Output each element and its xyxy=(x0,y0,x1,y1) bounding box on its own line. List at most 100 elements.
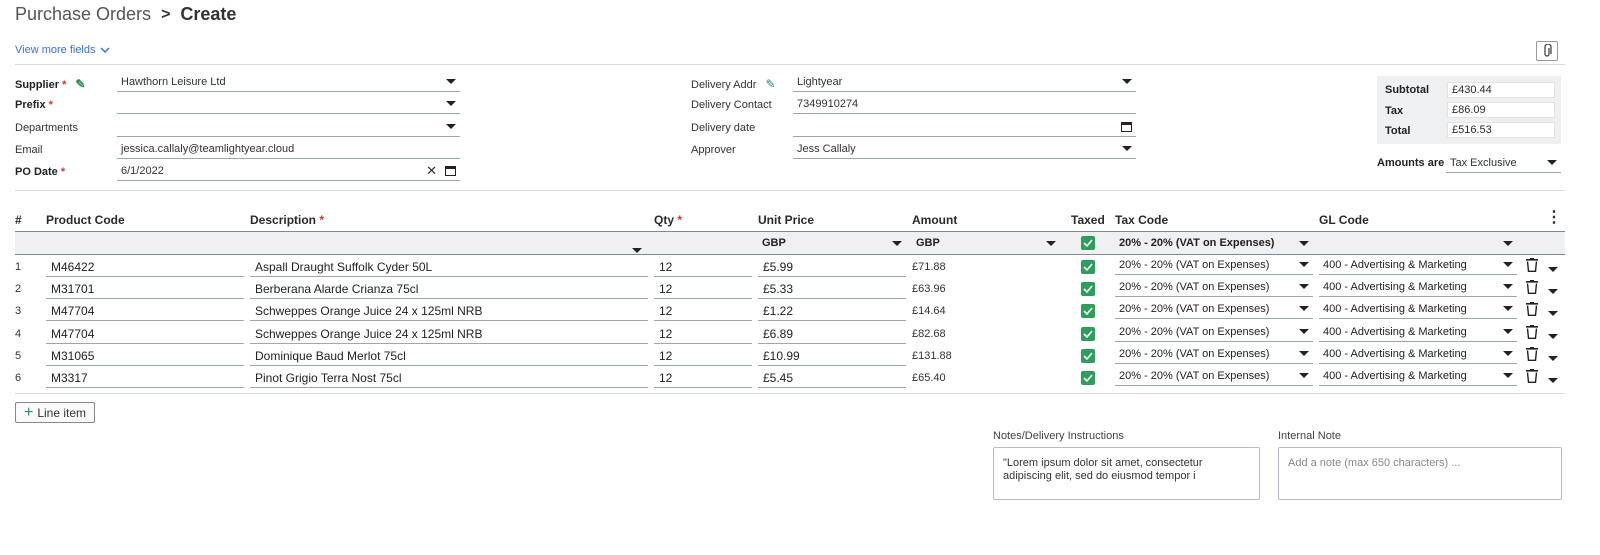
col-header-product-code[interactable]: Product Code xyxy=(46,213,125,227)
trash-icon[interactable] xyxy=(1526,347,1538,364)
tax-code-select[interactable]: 20% - 20% (VAT on Expenses) xyxy=(1115,299,1313,319)
row-expand-caret-icon[interactable] xyxy=(1548,307,1558,319)
trash-icon[interactable] xyxy=(1526,325,1538,342)
unit-price-input[interactable]: £1.22 xyxy=(758,301,906,321)
col-header-unit-price[interactable]: Unit Price xyxy=(758,213,814,227)
tax-code-select[interactable]: 20% - 20% (VAT on Expenses) xyxy=(1115,277,1313,297)
email-label: Email xyxy=(15,144,43,156)
row-expand-caret-icon[interactable] xyxy=(1548,330,1558,342)
taxed-checkbox[interactable] xyxy=(1081,371,1095,385)
delivery-date-field[interactable] xyxy=(793,117,1136,137)
unit-price-input[interactable]: £5.33 xyxy=(758,279,906,299)
product-code-input[interactable]: M47704 xyxy=(46,324,244,344)
calendar-icon[interactable] xyxy=(445,165,456,176)
delivery-addr-select[interactable]: Lightyear xyxy=(793,72,1136,92)
tax-code-default-select[interactable]: 20% - 20% (VAT on Expenses) xyxy=(1115,233,1313,253)
amount-currency-select[interactable]: GBP xyxy=(912,233,1060,253)
caret-down-icon xyxy=(1503,240,1513,246)
product-code-input[interactable]: M46422 xyxy=(46,257,244,277)
gl-code-select[interactable]: 400 - Advertising & Marketing xyxy=(1319,322,1517,342)
taxed-checkbox[interactable] xyxy=(1081,327,1095,341)
add-line-item-button[interactable]: + Line item xyxy=(15,402,95,423)
qty-input[interactable]: 12 xyxy=(654,279,752,299)
delivery-addr-label: Delivery Addr ✎ xyxy=(691,77,776,91)
col-header-tax-code[interactable]: Tax Code xyxy=(1115,213,1168,227)
tax-code-select[interactable]: 20% - 20% (VAT on Expenses) xyxy=(1115,322,1313,342)
attachment-button[interactable] xyxy=(1536,41,1558,61)
calendar-icon[interactable] xyxy=(1121,121,1132,132)
clear-icon[interactable]: ✕ xyxy=(426,163,437,179)
qty-input[interactable]: 12 xyxy=(654,368,752,388)
approver-select[interactable]: Jess Callaly xyxy=(793,139,1136,159)
description-input[interactable]: Aspall Draught Suffolk Cyder 50L xyxy=(250,257,648,277)
caret-down-icon[interactable] xyxy=(632,244,642,256)
taxed-checkbox[interactable] xyxy=(1081,349,1095,363)
amount-value: £82.68 xyxy=(912,328,946,340)
product-code-input[interactable]: M47704 xyxy=(46,301,244,321)
trash-icon[interactable] xyxy=(1526,258,1538,275)
email-field[interactable]: jessica.callaly@teamlightyear.cloud xyxy=(117,139,460,159)
taxed-all-checkbox[interactable] xyxy=(1081,236,1095,250)
description-input[interactable]: Berberana Alarde Crianza 75cl xyxy=(250,279,648,299)
gl-code-select[interactable]: 400 - Advertising & Marketing xyxy=(1319,277,1517,297)
divider xyxy=(15,64,1565,65)
gl-code-select[interactable]: 400 - Advertising & Marketing xyxy=(1319,344,1517,364)
product-code-input[interactable]: M31701 xyxy=(46,279,244,299)
tax-code-select[interactable]: 20% - 20% (VAT on Expenses) xyxy=(1115,255,1313,275)
taxed-checkbox[interactable] xyxy=(1081,304,1095,318)
row-expand-caret-icon[interactable] xyxy=(1548,285,1558,297)
row-expand-caret-icon[interactable] xyxy=(1548,374,1558,386)
tax-code-select[interactable]: 20% - 20% (VAT on Expenses) xyxy=(1115,366,1313,386)
description-input[interactable]: Schweppes Orange Juice 24 x 125ml NRB xyxy=(250,324,648,344)
delivery-notes-textarea[interactable]: "Lorem ipsum dolor sit amet, consectetur… xyxy=(993,447,1260,500)
trash-icon[interactable] xyxy=(1526,302,1538,319)
qty-input[interactable]: 12 xyxy=(654,257,752,277)
qty-input[interactable]: 12 xyxy=(654,324,752,344)
pencil-icon[interactable]: ✎ xyxy=(765,77,775,91)
taxed-checkbox[interactable] xyxy=(1081,282,1095,296)
unit-price-input[interactable]: £5.45 xyxy=(758,368,906,388)
description-input[interactable]: Dominique Baud Merlot 75cl xyxy=(250,346,648,366)
prefix-select[interactable] xyxy=(117,94,460,114)
caret-down-icon xyxy=(1299,262,1309,267)
row-expand-caret-icon[interactable] xyxy=(1548,263,1558,275)
unit-price-input[interactable]: £10.99 xyxy=(758,346,906,366)
trash-icon[interactable] xyxy=(1526,369,1538,386)
delivery-contact-field[interactable]: 7349910274 xyxy=(793,94,1136,114)
trash-icon[interactable] xyxy=(1526,280,1538,297)
taxed-checkbox[interactable] xyxy=(1081,260,1095,274)
gl-code-select[interactable]: 400 - Advertising & Marketing xyxy=(1319,366,1517,386)
internal-note-textarea[interactable]: Add a note (max 650 characters) ... xyxy=(1278,447,1562,500)
product-code-input[interactable]: M3317 xyxy=(46,368,244,388)
description-input[interactable]: Schweppes Orange Juice 24 x 125ml NRB xyxy=(250,301,648,321)
product-code-input[interactable]: M31065 xyxy=(46,346,244,366)
pencil-icon[interactable]: ✎ xyxy=(75,77,85,91)
row-number: 6 xyxy=(15,372,22,384)
col-header-taxed[interactable]: Taxed xyxy=(1071,213,1105,227)
plus-icon: + xyxy=(23,403,34,421)
description-input[interactable]: Pinot Grigio Terra Nost 75cl xyxy=(250,368,648,388)
po-date-field[interactable]: 6/1/2022 ✕ xyxy=(117,161,460,181)
more-options-icon[interactable]: ⋮ xyxy=(1546,210,1562,226)
unit-price-input[interactable]: £6.89 xyxy=(758,324,906,344)
row-expand-caret-icon[interactable] xyxy=(1548,352,1558,364)
col-header-gl-code[interactable]: GL Code xyxy=(1319,213,1369,227)
qty-input[interactable]: 12 xyxy=(654,301,752,321)
view-more-fields-link[interactable]: View more fields xyxy=(15,44,110,56)
col-header-amount[interactable]: Amount xyxy=(912,213,957,227)
supplier-select[interactable]: Hawthorn Leisure Ltd xyxy=(117,72,460,92)
gl-code-select[interactable]: 400 - Advertising & Marketing xyxy=(1319,299,1517,319)
tax-code-select[interactable]: 20% - 20% (VAT on Expenses) xyxy=(1115,344,1313,364)
unit-price-currency-select[interactable]: GBP xyxy=(758,233,906,253)
qty-input[interactable]: 12 xyxy=(654,346,752,366)
departments-select[interactable] xyxy=(117,117,460,137)
breadcrumb-purchase-orders[interactable]: Purchase Orders xyxy=(15,4,151,25)
amount-value: £131.88 xyxy=(912,350,952,362)
unit-price-input[interactable]: £5.99 xyxy=(758,257,906,277)
amounts-are-select[interactable]: Tax Exclusive xyxy=(1446,153,1561,173)
col-header-description[interactable]: Description * xyxy=(250,213,324,227)
gl-code-select[interactable]: 400 - Advertising & Marketing xyxy=(1319,255,1517,275)
gl-code-default-select[interactable] xyxy=(1319,233,1517,253)
caret-down-icon xyxy=(1503,373,1513,378)
col-header-qty[interactable]: Qty * xyxy=(654,213,682,227)
